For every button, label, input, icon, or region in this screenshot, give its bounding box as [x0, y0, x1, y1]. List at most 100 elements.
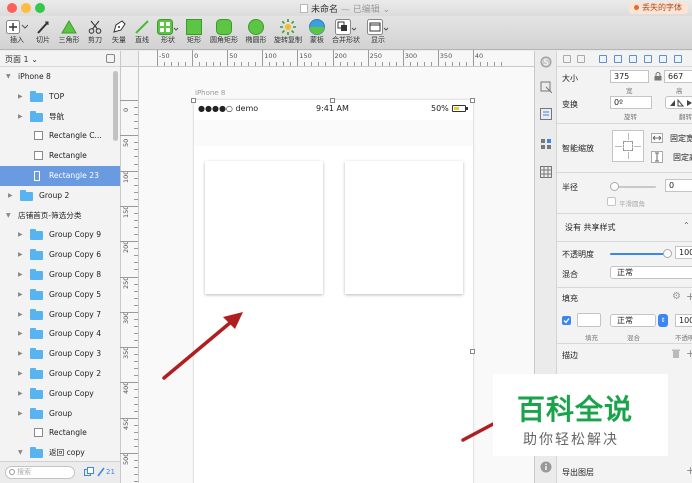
combine-shapes-button[interactable]: 合并形状	[332, 18, 360, 45]
layer-row[interactable]: ▶ Group	[0, 404, 120, 424]
layer-row[interactable]: ▶ Group Copy 8	[0, 265, 120, 285]
disclosure-collapsed-icon[interactable]: ▶	[18, 324, 23, 344]
layer-row[interactable]: ▶ Group Copy 9	[0, 225, 120, 245]
layer-row[interactable]: ▶ Group 2	[0, 186, 120, 206]
fill-blend-stepper[interactable]: ⇕	[658, 314, 668, 327]
disclosure-collapsed-icon[interactable]: ▶	[18, 305, 23, 325]
fill-enabled-checkbox[interactable]	[562, 316, 571, 325]
artboard-title[interactable]: iPhone 8	[195, 89, 225, 97]
info-icon[interactable]	[540, 461, 552, 473]
align-v-top-icon[interactable]	[644, 55, 652, 63]
gear-icon[interactable]: ⚙	[672, 291, 681, 302]
layer-row[interactable]: ▶ Group Copy 5	[0, 285, 120, 305]
radius-field[interactable]: 0	[665, 179, 692, 192]
align-h-left-icon[interactable]	[599, 55, 607, 63]
zoom-window-button[interactable]	[35, 3, 45, 13]
fix-width-icon[interactable]	[651, 133, 663, 143]
lock-icon[interactable]	[654, 72, 662, 81]
card-right[interactable]	[345, 161, 463, 294]
add-border-icon[interactable]: +	[686, 347, 692, 360]
selection-handle[interactable]	[330, 98, 335, 103]
card-left[interactable]	[205, 161, 323, 294]
trash-icon[interactable]	[672, 349, 680, 359]
layer-search-input[interactable]: 搜索	[5, 466, 75, 479]
view-button[interactable]: 显示	[364, 18, 392, 45]
opacity-slider-knob[interactable]	[663, 249, 672, 258]
fill-blend-select[interactable]: 正常	[610, 314, 656, 327]
table-icon[interactable]	[540, 166, 552, 178]
edit-pencil-icon[interactable]	[97, 467, 105, 477]
width-field[interactable]: 375	[610, 70, 649, 83]
opacity-field[interactable]: 100%	[675, 246, 692, 259]
align-left-icon[interactable]	[563, 55, 571, 63]
radius-slider-knob[interactable]	[610, 182, 619, 191]
height-field[interactable]: 667	[664, 70, 692, 83]
disclosure-collapsed-icon[interactable]: ▶	[18, 384, 23, 404]
layer-row[interactable]: Rectangle 23	[0, 165, 120, 186]
layer-row[interactable]: ▶ Group Copy 4	[0, 324, 120, 344]
layer-row[interactable]: ▶ Group Copy	[0, 384, 120, 404]
add-page-icon[interactable]	[106, 54, 115, 63]
list-icon[interactable]	[540, 108, 552, 120]
oval-button[interactable]: 椭圆形	[242, 18, 270, 45]
export-layer-label[interactable]: 导出图层	[562, 467, 594, 478]
disclosure-collapsed-icon[interactable]: ▶	[18, 245, 23, 265]
disclosure-collapsed-icon[interactable]: ▶	[18, 225, 23, 245]
window-title[interactable]: 未命名 — 已编辑 ⌄	[300, 2, 390, 15]
close-window-button[interactable]	[7, 3, 17, 13]
layer-row[interactable]: ▶ Group Copy 2	[0, 364, 120, 384]
layer-row[interactable]: Rectangle C...	[0, 126, 120, 146]
layer-row[interactable]: ▼ 返回 copy	[0, 443, 120, 463]
selection-handle[interactable]	[470, 349, 475, 354]
blend-mode-select[interactable]: 正常	[610, 266, 692, 279]
disclosure-collapsed-icon[interactable]: ▶	[18, 87, 23, 107]
disclosure-expanded-icon[interactable]: ▼	[6, 67, 11, 87]
style-icon[interactable]: S	[540, 56, 552, 68]
shared-style-select[interactable]: 没有 共享样式	[565, 222, 616, 233]
disclosure-collapsed-icon[interactable]: ▶	[18, 364, 23, 384]
selection-handle[interactable]	[470, 98, 475, 103]
rotation-field[interactable]: 0º	[610, 96, 652, 109]
page-selector[interactable]: 页面 1 ⌄	[0, 51, 120, 67]
disclosure-collapsed-icon[interactable]: ▶	[18, 285, 23, 305]
add-export-icon[interactable]: +	[686, 464, 692, 477]
layer-row[interactable]: ▶ Group Copy 6	[0, 245, 120, 265]
horizontal-ruler[interactable]: -50 0 50 100 150 200 250 300 350 40	[121, 50, 534, 67]
disclosure-expanded-icon[interactable]: ▼	[6, 206, 11, 226]
minimize-window-button[interactable]	[21, 3, 31, 13]
fix-height-icon[interactable]	[651, 151, 663, 163]
disclosure-collapsed-icon[interactable]: ▶	[18, 404, 23, 424]
disclosure-collapsed-icon[interactable]: ▶	[18, 344, 23, 364]
prototype-icon[interactable]	[540, 81, 552, 93]
layer-row[interactable]: ▶ Group Copy 3	[0, 344, 120, 364]
resizing-widget[interactable]	[612, 130, 644, 162]
align-v-bottom-icon[interactable]	[674, 55, 682, 63]
smooth-corners-checkbox[interactable]	[607, 197, 616, 206]
layer-row[interactable]: ▶ Group Copy 7	[0, 305, 120, 325]
layer-row[interactable]: ▶ 导航	[0, 107, 120, 127]
missing-fonts-badge[interactable]: 丢失的字体	[629, 2, 688, 14]
artboard-iphone-8[interactable]: ●●●●○ demo 9:41 AM 50%	[194, 100, 473, 483]
fill-opacity-field[interactable]: 100%	[675, 314, 692, 327]
disclosure-collapsed-icon[interactable]: ▶	[8, 186, 13, 206]
disclosure-collapsed-icon[interactable]: ▶	[18, 107, 23, 127]
align-v-middle-icon[interactable]	[659, 55, 667, 63]
align-h-center-icon[interactable]	[614, 55, 622, 63]
components-icon[interactable]	[540, 138, 552, 150]
layer-row[interactable]: Rectangle	[0, 423, 120, 443]
layer-row[interactable]: ▼ 店铺首页-筛选分类	[0, 206, 120, 226]
vertical-ruler[interactable]: 0 50 100 150 200 250 300 350 400 450 500	[120, 67, 139, 483]
flip-buttons[interactable]	[665, 96, 692, 109]
rounded-rectangle-button[interactable]: 圆角矩形	[210, 18, 238, 45]
layer-row[interactable]: Rectangle	[0, 146, 120, 166]
align-center-icon[interactable]	[577, 55, 585, 63]
layer-copy-icon[interactable]	[84, 467, 94, 477]
opacity-slider[interactable]	[610, 253, 668, 255]
layer-row[interactable]: ▶ TOP	[0, 87, 120, 107]
selection-handle[interactable]	[191, 98, 196, 103]
disclosure-collapsed-icon[interactable]: ▶	[18, 265, 23, 285]
layer-row[interactable]: ▼ iPhone 8	[0, 67, 120, 87]
add-fill-icon[interactable]: +	[686, 290, 692, 303]
fill-color-swatch[interactable]	[577, 313, 601, 327]
align-h-right-icon[interactable]	[629, 55, 637, 63]
